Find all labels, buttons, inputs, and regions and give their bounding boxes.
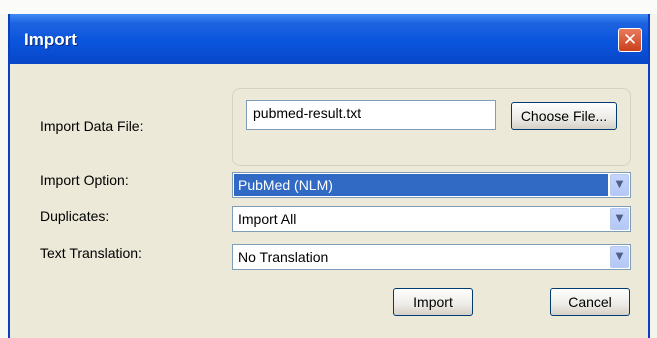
background-edge	[0, 14, 8, 338]
text-translation-label: Text Translation:	[40, 245, 142, 261]
duplicates-label: Duplicates:	[40, 208, 110, 224]
title-bar[interactable]: Import ✕	[10, 14, 648, 64]
chevron-down-icon[interactable]: ▼	[610, 208, 629, 230]
chevron-down-icon[interactable]: ▼	[610, 174, 629, 196]
import-data-file-label: Import Data File:	[40, 118, 144, 134]
chevron-down-icon[interactable]: ▼	[610, 246, 629, 268]
import-button[interactable]: Import	[393, 288, 473, 316]
file-path-field[interactable]: pubmed-result.txt	[246, 100, 496, 130]
import-option-select[interactable]: PubMed (NLM) ▼	[232, 172, 631, 198]
background-strip	[0, 0, 657, 14]
cancel-button[interactable]: Cancel	[550, 288, 630, 316]
import-dialog: Import ✕ Import Data File: pubmed-result…	[8, 14, 650, 338]
duplicates-value: Import All	[238, 211, 297, 227]
close-icon[interactable]: ✕	[618, 28, 642, 52]
import-option-label: Import Option:	[40, 172, 129, 188]
file-path-value: pubmed-result.txt	[253, 105, 362, 121]
duplicates-select[interactable]: Import All ▼	[232, 206, 631, 232]
choose-file-button[interactable]: Choose File...	[511, 102, 617, 130]
dialog-title: Import	[24, 30, 77, 49]
text-translation-select[interactable]: No Translation ▼	[232, 244, 631, 270]
import-option-value: PubMed (NLM)	[238, 177, 333, 193]
text-translation-value: No Translation	[238, 249, 329, 265]
